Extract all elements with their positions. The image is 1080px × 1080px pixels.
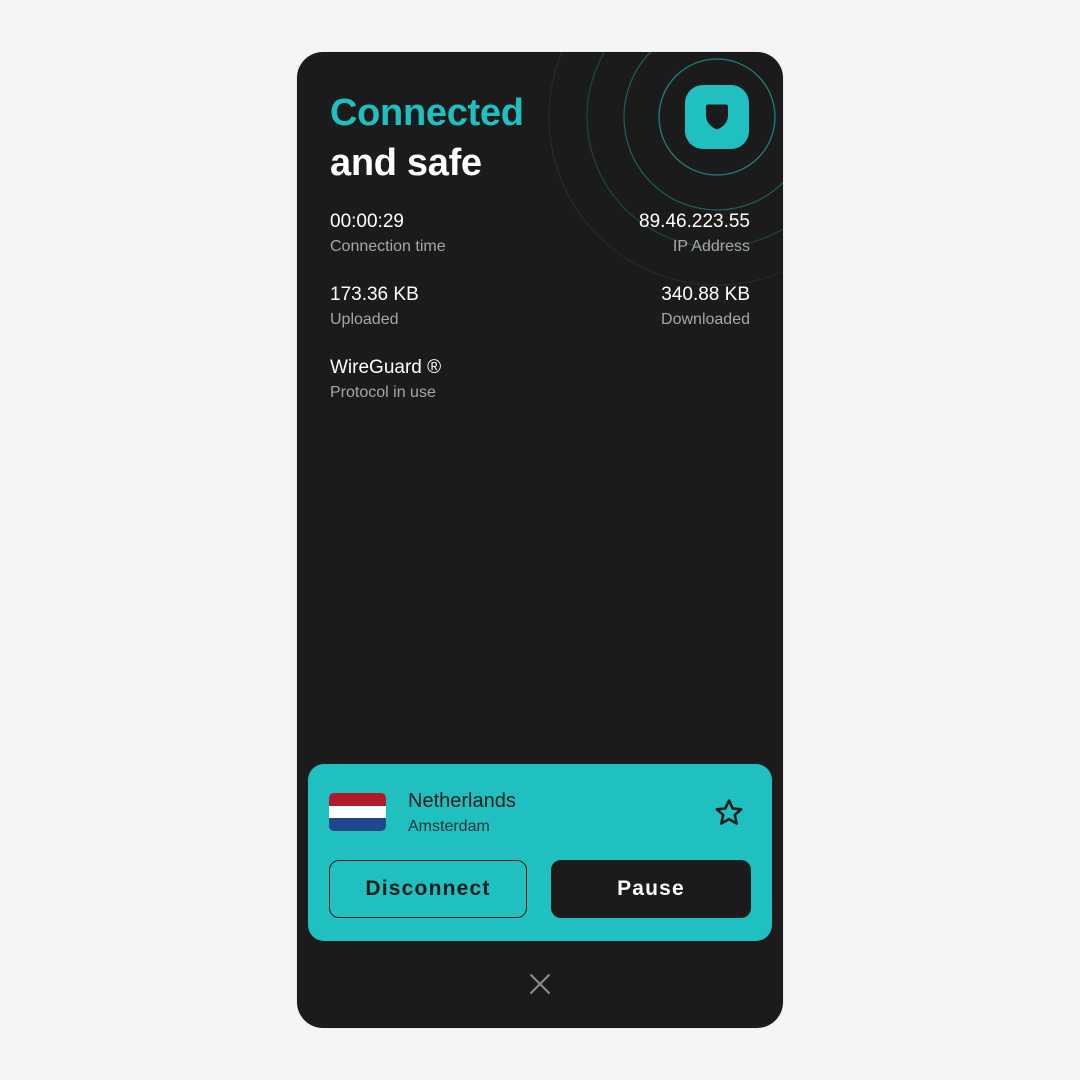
stat-ip-address: 89.46.223.55 IP Address [530, 209, 750, 259]
vpn-status-screen: Connected and safe 00:00:29 Connection t… [297, 52, 783, 1028]
stat-connection-time: 00:00:29 Connection time [330, 209, 550, 259]
connection-status-title: Connected and safe [330, 88, 524, 188]
shield-status-button[interactable] [685, 85, 749, 149]
stat-uploaded: 173.36 KB Uploaded [330, 282, 550, 332]
flag-band-white [329, 805, 386, 819]
protocol-label: Protocol in use [330, 384, 436, 401]
uploaded-value: 173.36 KB [330, 284, 419, 305]
uploaded-label: Uploaded [330, 311, 399, 328]
disconnect-button[interactable]: Disconnect [329, 860, 527, 918]
protocol-value: WireGuard ® [330, 357, 442, 378]
ip-address-label: IP Address [672, 238, 750, 255]
connection-time-value: 00:00:29 [330, 211, 404, 232]
close-icon[interactable] [526, 970, 554, 998]
star-icon[interactable] [712, 796, 746, 830]
ip-address-value: 89.46.223.55 [639, 211, 750, 232]
connection-time-label: Connection time [330, 238, 446, 255]
location-card: Netherlands Amsterdam Disconnect Pause [308, 764, 772, 941]
downloaded-value: 340.88 KB [661, 284, 750, 305]
shield-icon [706, 104, 728, 130]
location-country: Netherlands [408, 790, 516, 812]
netherlands-flag-icon [329, 793, 386, 831]
stat-protocol: WireGuard ® Protocol in use [330, 355, 550, 405]
stat-downloaded: 340.88 KB Downloaded [530, 282, 750, 332]
downloaded-label: Downloaded [661, 311, 750, 328]
canvas: Connected and safe 00:00:29 Connection t… [0, 0, 1080, 1080]
status-title-line1: Connected [330, 92, 524, 134]
pause-button[interactable]: Pause [551, 860, 751, 918]
flag-band-red [329, 793, 386, 806]
status-title-line2: and safe [330, 142, 482, 184]
flag-band-blue [329, 818, 386, 831]
location-city: Amsterdam [408, 818, 490, 835]
